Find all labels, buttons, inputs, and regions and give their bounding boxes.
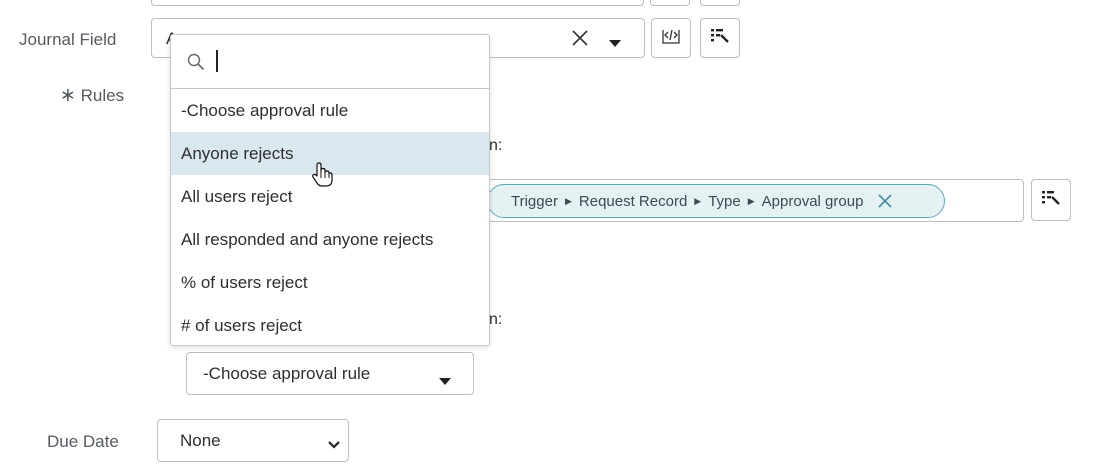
- due-date-select[interactable]: None: [157, 419, 349, 462]
- dropdown-option[interactable]: -Choose approval rule: [171, 89, 489, 132]
- pill-remove-icon[interactable]: [877, 193, 893, 209]
- top-field-button-1[interactable]: [650, 0, 690, 6]
- text-cursor: [216, 50, 218, 72]
- chevron-down-icon: [439, 371, 451, 391]
- hand-cursor-icon: [310, 162, 334, 193]
- reject-rule-select-value: -Choose approval rule: [203, 363, 371, 383]
- reject-rule-select[interactable]: -Choose approval rule: [186, 352, 474, 395]
- pill-arrow-icon: ▶: [694, 195, 702, 206]
- group-pill-picker-button[interactable]: [1031, 179, 1071, 221]
- pill-arrow-icon: ▶: [747, 195, 755, 206]
- top-field-button-2[interactable]: [700, 0, 740, 6]
- dropdown-option[interactable]: % of users reject: [171, 261, 489, 304]
- pill-segment-request-record: Request Record: [578, 192, 688, 210]
- when-label-1: n:: [489, 137, 503, 154]
- due-date-label: Due Date: [47, 432, 119, 451]
- clear-icon[interactable]: [570, 28, 590, 53]
- due-date-select-value: None: [180, 430, 221, 450]
- data-pill-picker-icon: [710, 27, 730, 50]
- dropdown-option[interactable]: All responded and anyone rejects: [171, 218, 489, 261]
- data-pill-picker-icon: [1041, 189, 1061, 212]
- pill-segment-type: Type: [708, 192, 741, 210]
- top-field[interactable]: [151, 0, 644, 6]
- pill-segment-trigger: Trigger: [511, 192, 558, 210]
- chevron-down-icon[interactable]: [609, 35, 621, 53]
- data-pill-picker-button[interactable]: [700, 18, 740, 58]
- dropdown-option[interactable]: # of users reject: [171, 304, 489, 345]
- pill-segment-approval-group: Approval group: [761, 192, 864, 210]
- rules-label-text: Rules: [80, 86, 125, 105]
- when-label-2: n:: [489, 311, 503, 328]
- chevron-down-icon: [328, 435, 340, 455]
- pill-arrow-icon: ▶: [564, 195, 572, 206]
- dropdown-search[interactable]: [171, 35, 489, 89]
- search-icon: [187, 53, 205, 76]
- approval-group-pill[interactable]: Trigger ▶ Request Record ▶ Type ▶ Approv…: [487, 184, 945, 218]
- journal-field-label: Journal Field: [19, 30, 117, 49]
- required-mark: ∗: [60, 85, 76, 106]
- script-button[interactable]: [651, 18, 691, 58]
- script-icon: [660, 26, 682, 51]
- rules-label: ∗ Rules: [60, 84, 124, 107]
- dropdown-search-input[interactable]: [215, 49, 479, 75]
